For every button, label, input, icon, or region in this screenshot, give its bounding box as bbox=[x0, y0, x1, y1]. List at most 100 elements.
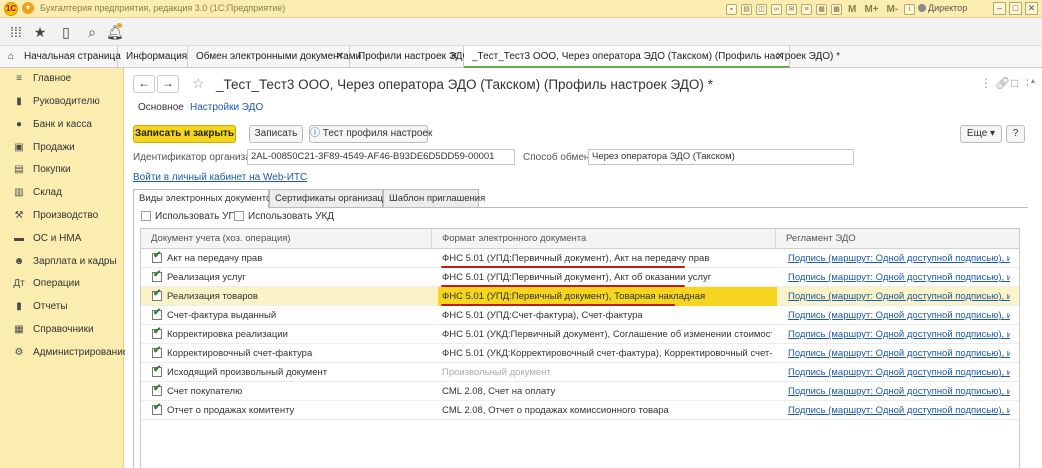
memory-mplus-button[interactable]: M+ bbox=[862, 4, 880, 15]
row-checkbox[interactable] bbox=[152, 307, 162, 320]
forward-button[interactable]: → bbox=[157, 75, 179, 93]
tab-certificates[interactable]: Сертификаты организации bbox=[269, 189, 394, 207]
calendar-icon[interactable]: ▦ bbox=[816, 3, 827, 15]
table-row[interactable]: Счет покупателю CML 2.08, Счет на оплату… bbox=[141, 382, 1019, 401]
row-checkbox[interactable] bbox=[152, 383, 162, 396]
tab-home[interactable]: ⌂ Начальная страница bbox=[0, 46, 121, 68]
tab-current-profile[interactable]: _Тест_Тест3 ООО, Через оператора ЭДО (Та… bbox=[464, 46, 840, 68]
exchange-method-field[interactable]: Через оператора ЭДО (Такском) bbox=[588, 149, 854, 165]
row-checkbox[interactable] bbox=[152, 402, 162, 415]
memory-mminus-button[interactable]: M- bbox=[885, 4, 901, 15]
link-icon[interactable]: ∞ bbox=[771, 3, 782, 15]
sidebar-item-label: Главное bbox=[33, 73, 72, 84]
tab-document-types[interactable]: Виды электронных документов bbox=[133, 189, 276, 208]
nav-edo-settings[interactable]: Настройки ЭДО bbox=[190, 102, 263, 113]
app-menu-icon[interactable]: ▾ bbox=[22, 2, 34, 14]
history-icon[interactable]: ▯ bbox=[58, 24, 74, 40]
tab-info[interactable]: Информация bbox=[118, 46, 188, 68]
sidebar-item-manager[interactable]: ▮ Руководителю bbox=[0, 93, 124, 111]
favorites-star-icon[interactable]: ★ bbox=[32, 24, 48, 40]
row-checkbox[interactable] bbox=[152, 326, 162, 339]
column-header-regulation[interactable]: Регламент ЭДО bbox=[776, 229, 1019, 249]
row-checkbox[interactable] bbox=[152, 364, 162, 377]
row-regulation-link[interactable]: Подпись (маршрут: Одной доступной подпис… bbox=[788, 382, 1010, 401]
row-format[interactable]: ФНС 5.01 (УКД:Корректировочный счет-факт… bbox=[442, 344, 772, 363]
row-regulation-link[interactable]: Подпись (маршрут: Одной доступной подпис… bbox=[788, 268, 1010, 287]
column-header-document[interactable]: Документ учета (хоз. операция) bbox=[141, 229, 432, 249]
row-checkbox[interactable] bbox=[152, 250, 162, 263]
more-button[interactable]: Еще ▾ bbox=[960, 125, 1002, 143]
memory-m-button[interactable]: M bbox=[846, 4, 858, 15]
print-icon[interactable]: ▤ bbox=[741, 3, 752, 15]
row-regulation-link[interactable]: Подпись (маршрут: Одной доступной подпис… bbox=[788, 287, 1010, 306]
table-row[interactable]: Счет-фактура выданный ФНС 5.01 (УПД:Счет… bbox=[141, 306, 1019, 325]
row-format[interactable]: CML 2.08, Счет на оплату bbox=[442, 382, 772, 401]
minimize-icon[interactable]: – bbox=[993, 2, 1006, 15]
row-format[interactable]: Произвольный документ bbox=[442, 363, 772, 382]
web-its-cabinet-link[interactable]: Войти в личный кабинет на Web-ИТС bbox=[133, 172, 307, 183]
form-menu-icon[interactable]: ⋮ bbox=[980, 76, 992, 90]
row-regulation-link[interactable]: Подпись (маршрут: Одной доступной подпис… bbox=[788, 249, 1010, 268]
tab-invitation-template[interactable]: Шаблон приглашения bbox=[383, 189, 485, 207]
row-regulation-link[interactable]: Подпись (маршрут: Одной доступной подпис… bbox=[788, 325, 1010, 344]
sidebar-item-reports[interactable]: ▮ Отчеты bbox=[0, 298, 124, 316]
row-checkbox[interactable] bbox=[152, 288, 162, 301]
nav-main[interactable]: Основное bbox=[138, 102, 184, 113]
table-row[interactable]: Исходящий произвольный документ Произвол… bbox=[141, 363, 1019, 382]
row-regulation-link[interactable]: Подпись (маршрут: Одной доступной подпис… bbox=[788, 363, 1010, 382]
scroll-up-icon[interactable]: ▲ bbox=[1028, 78, 1038, 88]
column-header-format[interactable]: Формат электронного документа bbox=[432, 229, 776, 249]
row-format[interactable]: ФНС 5.01 (УПД:Счет-фактура), Счет-фактур… bbox=[442, 306, 772, 325]
form-maximize-icon[interactable]: □ bbox=[1011, 76, 1018, 90]
sidebar-item-assets[interactable]: ▬ ОС и НМА bbox=[0, 230, 124, 248]
sidebar-item-sales[interactable]: ▣ Продажи bbox=[0, 139, 124, 157]
row-format[interactable]: CML 2.08, Отчет о продажах комиссионного… bbox=[442, 401, 772, 420]
save-button[interactable]: Записать bbox=[249, 125, 303, 143]
info-icon[interactable]: i bbox=[904, 3, 916, 15]
list-icon[interactable]: ≡ bbox=[801, 3, 812, 15]
calculator-icon[interactable]: ▩ bbox=[831, 3, 842, 15]
row-regulation-link[interactable]: Подпись (маршрут: Одной доступной подпис… bbox=[788, 344, 1010, 363]
sidebar-item-bank[interactable]: ● Банк и касса bbox=[0, 116, 124, 134]
row-checkbox[interactable] bbox=[152, 345, 162, 358]
row-format[interactable]: ФНС 5.01 (УКД:Первичный документ), Согла… bbox=[442, 325, 772, 344]
use-ukd-checkbox[interactable] bbox=[234, 211, 244, 221]
favorite-star-icon[interactable]: ☆ bbox=[192, 75, 205, 92]
test-profile-button[interactable]: ⓘ Тест профиля настроек bbox=[309, 125, 432, 143]
form-scrollbar[interactable]: ▲ bbox=[1028, 68, 1038, 468]
tab-edo-profiles[interactable]: Профили настроек ЭДО ✕ bbox=[350, 46, 470, 68]
sidebar-item-purchases[interactable]: ▤ Покупки bbox=[0, 161, 124, 179]
tab-close-icon[interactable]: ✕ bbox=[336, 46, 344, 68]
sidebar-item-main[interactable]: ≡ Главное bbox=[0, 70, 124, 88]
search-icon[interactable]: ⌕ bbox=[84, 24, 100, 40]
apps-grid-icon[interactable]: ⁞⁞⁞ bbox=[8, 24, 24, 40]
maximize-icon[interactable]: □ bbox=[1009, 2, 1022, 15]
form-link-icon[interactable]: 🔗︎ bbox=[995, 76, 1010, 90]
help-button[interactable]: ? bbox=[1006, 125, 1025, 143]
window-titlebar: 1С ▾ Бухгалтерия предприятия, редакция 3… bbox=[0, 0, 1042, 18]
back-button[interactable]: ← bbox=[133, 75, 155, 93]
save-icon[interactable]: ▪ bbox=[726, 3, 737, 15]
sidebar-item-production[interactable]: ⚒ Производство bbox=[0, 207, 124, 225]
sidebar-item-salary[interactable]: ☻ Зарплата и кадры bbox=[0, 253, 124, 271]
table-row[interactable]: Корректировочный счет-фактура ФНС 5.01 (… bbox=[141, 344, 1019, 363]
row-checkbox[interactable] bbox=[152, 269, 162, 282]
tab-close-icon[interactable]: ✕ bbox=[776, 46, 784, 68]
table-row[interactable]: Корректировка реализации ФНС 5.01 (УКД:П… bbox=[141, 325, 1019, 344]
row-regulation-link[interactable]: Подпись (маршрут: Одной доступной подпис… bbox=[788, 306, 1010, 325]
sidebar-item-admin[interactable]: ⚙ Администрирование bbox=[0, 344, 129, 362]
table-row[interactable]: Отчет о продажах комитенту CML 2.08, Отч… bbox=[141, 401, 1019, 420]
use-upd-checkbox[interactable] bbox=[141, 211, 151, 221]
sidebar-item-operations[interactable]: Дт Операции bbox=[0, 275, 124, 293]
save-close-button[interactable]: Записать и закрыть bbox=[133, 125, 236, 143]
org-id-field[interactable]: 2AL-00850C21-3F89-4549-AF46-B93DE6D5DD59… bbox=[247, 149, 515, 165]
close-icon[interactable]: ✕ bbox=[1025, 2, 1038, 15]
sidebar-item-warehouse[interactable]: ▥ Склад bbox=[0, 184, 124, 202]
preview-icon[interactable]: ◫ bbox=[756, 3, 767, 15]
row-regulation-link[interactable]: Подпись (маршрут: Одной доступной подпис… bbox=[788, 401, 1010, 420]
mail-icon[interactable]: ✉ bbox=[786, 3, 797, 15]
tab-edo-exchange[interactable]: Обмен электронными документами ✕ bbox=[188, 46, 361, 68]
sidebar-item-catalogs[interactable]: ▦ Справочники bbox=[0, 321, 124, 339]
current-user[interactable]: Директор bbox=[918, 3, 967, 13]
tab-close-icon[interactable]: ✕ bbox=[450, 46, 458, 68]
